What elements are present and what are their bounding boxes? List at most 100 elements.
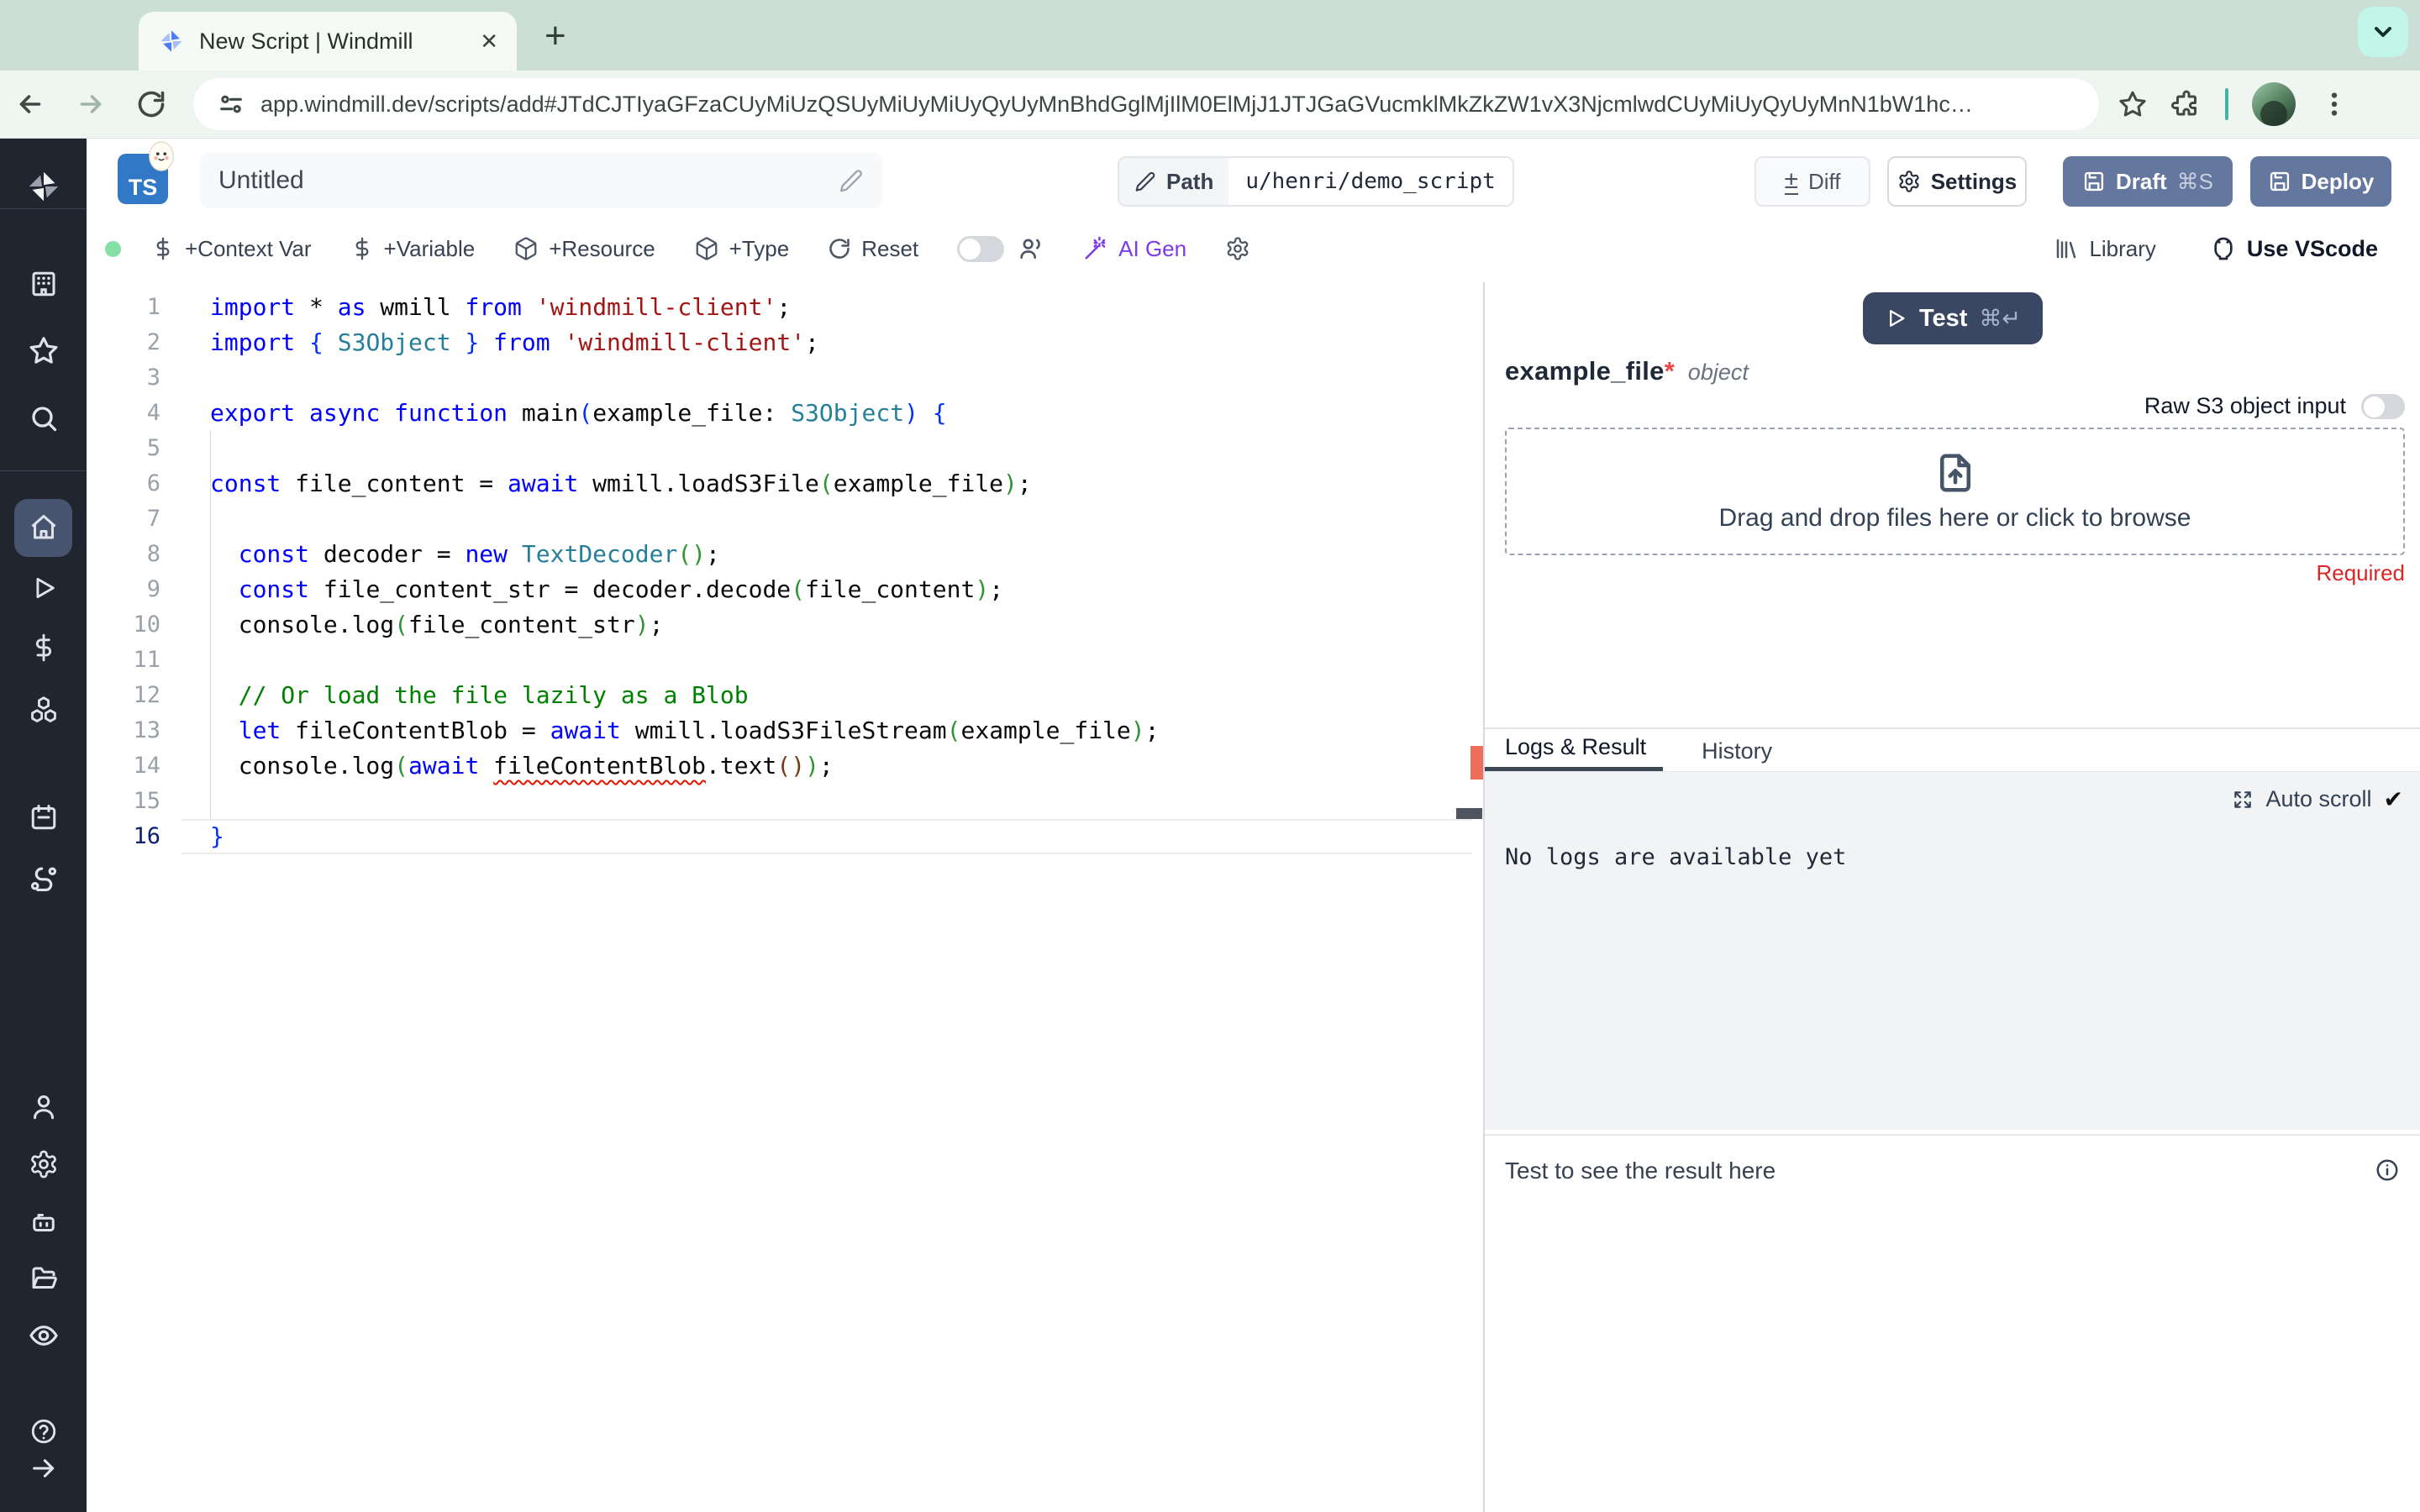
deploy-button[interactable]: Deploy [2250,156,2391,207]
code-line[interactable]: const file_content = await wmill.loadS3F… [210,466,1483,501]
add-type-button[interactable]: +Type [694,236,789,262]
editor-gutter: 1 2 3 4 5 6 7 8 9 10 11 12 13 14 15 16 [87,290,181,854]
ai-gen-label: AI Gen [1118,235,1187,261]
tab-history[interactable]: History [1702,738,1789,771]
browser-menu-kebab-icon[interactable] [2319,89,2349,119]
bookmark-star-icon[interactable] [2118,89,2148,119]
code-line[interactable]: export async function main(example_file:… [210,396,1483,431]
add-variable-button[interactable]: +Variable [350,236,475,262]
sidebar-expand-arrow-icon[interactable] [0,1450,87,1487]
code-line[interactable]: const decoder = new TextDecoder(); [210,537,1483,572]
path-pill-left: Path [1119,158,1229,205]
library-button[interactable]: Library [2054,236,2156,262]
forward-icon[interactable] [60,89,121,119]
sidebar-item-variables[interactable] [0,619,87,676]
tab-title: New Script | Windmill [199,28,413,54]
code-line[interactable]: // Or load the file lazily as a Blob [210,678,1483,713]
code-line[interactable] [210,784,1483,819]
sidebar-item-flows[interactable] [0,850,87,907]
path-pill[interactable]: Path u/henri/demo_script [1118,156,1514,207]
line-number: 6 [146,470,160,496]
checkmark-icon[interactable]: ✔ [2384,785,2403,813]
add-resource-button[interactable]: +Resource [513,236,655,262]
tab-close-icon[interactable]: ✕ [480,29,498,55]
tab-logs-result[interactable]: Logs & Result [1485,734,1664,771]
new-tab-button[interactable]: + [544,15,566,57]
diff-button[interactable]: ± Diff [1754,156,1870,207]
sidebar-item-search[interactable] [0,390,87,447]
back-icon[interactable] [0,89,60,119]
use-vscode-button[interactable]: Use VScode [2210,235,2378,262]
sidebar-item-home[interactable] [0,499,87,556]
expand-icon[interactable] [2232,789,2254,811]
info-icon[interactable] [2375,1158,2400,1183]
sidebar-item-runs[interactable] [0,559,87,617]
profile-avatar[interactable] [2252,82,2296,126]
line-number: 16 [133,823,160,849]
sidebar-item-users[interactable] [0,1079,87,1136]
code-line[interactable]: } [210,819,1483,854]
add-context-var-button[interactable]: +Context Var [151,236,312,262]
reset-button[interactable]: Reset [828,236,918,262]
sidebar-item-audit-logs[interactable] [0,1307,87,1364]
main-area: TS Untitled Path u/henri/demo_script ± D… [87,139,2420,1512]
code-line[interactable] [210,431,1483,466]
test-button[interactable]: Test ⌘↵ [1862,292,2043,344]
sidebar-item-folders[interactable] [0,1250,87,1307]
code-line[interactable]: let fileContentBlob = await wmill.loadS3… [210,713,1483,748]
deploy-label: Deploy [2301,168,2375,194]
extensions-puzzle-icon[interactable] [2171,89,2202,119]
code-line[interactable]: import * as wmill from 'windmill-client'… [210,290,1483,325]
dollar-icon [151,237,175,260]
panel-splitter-handle[interactable] [1470,746,1483,780]
code-line[interactable]: import { S3Object } from 'windmill-clien… [210,325,1483,360]
sidebar-item-resources[interactable] [0,681,87,738]
test-shortcut: ⌘↵ [1979,305,2022,331]
code-line[interactable]: console.log(file_content_str); [210,607,1483,643]
autoscroll-control[interactable]: Auto scroll ✔ [2232,785,2403,813]
sidebar-item-settings[interactable] [0,1136,87,1193]
code-line[interactable] [210,360,1483,396]
editor-settings-gear[interactable] [1225,236,1250,261]
file-dropzone[interactable]: Drag and drop files here or click to bro… [1505,428,2405,555]
windmill-logo[interactable] [0,158,87,215]
windmill-app: TS Untitled Path u/henri/demo_script ± D… [0,139,2420,1512]
package-icon [694,236,719,261]
argument-name: example_file [1505,356,1665,386]
reload-icon[interactable] [121,89,182,119]
horizontal-scrollbar-thumb[interactable] [1456,808,1482,819]
sidebar-item-workers[interactable] [0,1193,87,1250]
code-editor[interactable]: 1 2 3 4 5 6 7 8 9 10 11 12 13 14 15 16 import * as wmil… [87,282,1483,1512]
diff-mode-toggle[interactable] [957,235,1005,262]
dollar-icon [350,237,374,260]
log-output-area: Auto scroll ✔ No logs are available yet [1485,771,2420,1130]
editor-toolbar: +Context Var +Variable +Resource +Type R… [87,215,2420,282]
add-context-var-label: +Context Var [185,235,312,261]
edit-pencil-icon[interactable] [839,168,864,193]
gear-icon [1225,236,1250,261]
line-number: 15 [133,788,160,814]
code-line[interactable]: const file_content_str = decoder.decode(… [210,572,1483,607]
toolbar-right-group: Library Use VScode [2054,235,2378,262]
script-title-input[interactable]: Untitled [200,153,882,208]
browser-tab[interactable]: New Script | Windmill ✕ [139,12,517,71]
code-line[interactable]: console.log(await fileContentBlob.text()… [210,748,1483,784]
url-bar[interactable]: app.windmill.dev/scripts/add#JTdCJTIyaGF… [193,78,2099,130]
code-line[interactable] [210,643,1483,678]
ai-gen-button[interactable]: AI Gen [1083,236,1186,262]
settings-button[interactable]: Settings [1887,156,2027,207]
sidebar-item-workspace[interactable] [0,255,87,312]
windmill-favicon [157,27,186,55]
site-controls-icon[interactable] [217,90,245,118]
multiplayer-icon[interactable] [1018,235,1044,262]
tab-search-button[interactable] [2358,7,2408,57]
sidebar-item-schedules[interactable] [0,789,87,846]
editor-code[interactable]: import * as wmill from 'windmill-client'… [210,290,1483,854]
line-number: 1 [146,294,160,320]
line-number: 8 [146,541,160,567]
code-line[interactable] [210,501,1483,537]
draft-button[interactable]: Draft ⌘S [2063,156,2233,207]
raw-s3-toggle[interactable] [2361,393,2405,419]
sidebar-item-favorites[interactable] [0,322,87,379]
sidebar-item-help[interactable] [0,1413,87,1450]
